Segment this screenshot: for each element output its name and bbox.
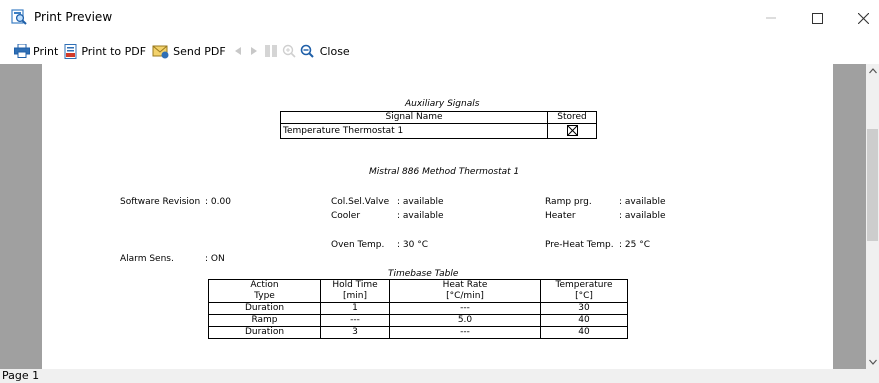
print-to-pdf-button[interactable]: Print to PDF xyxy=(64,43,147,59)
send-pdf-label: Send PDF xyxy=(173,44,226,58)
table-cell: 40 xyxy=(540,326,628,339)
aux-signals-table: Signal Name Stored Temperature Thermosta… xyxy=(279,111,597,139)
table-cell: 3 xyxy=(320,326,390,339)
table-header-cell: Signal Name xyxy=(279,111,549,124)
send-mail-icon xyxy=(152,45,169,58)
previous-page-icon[interactable] xyxy=(232,45,244,57)
print-label: Print xyxy=(33,44,59,58)
send-pdf-button[interactable]: Send PDF xyxy=(152,44,226,59)
timebase-title: Timebase Table xyxy=(388,269,459,279)
minimize-button[interactable] xyxy=(748,0,794,36)
colsel-value: : available xyxy=(397,197,444,207)
table-row: Temperature Thermostat 1 xyxy=(279,123,597,139)
software-revision-value: : 0.00 xyxy=(205,197,231,207)
ramp-label: Ramp prg. xyxy=(545,197,592,207)
table-cell: 5.0 xyxy=(389,314,541,327)
table-header-cell: Temperature [°C] xyxy=(540,279,628,303)
close-label: Close xyxy=(319,44,350,58)
table-header-cell: Heat Rate [°C/min] xyxy=(389,279,541,303)
table-cell: --- xyxy=(320,314,390,327)
oven-temp-label: Oven Temp. xyxy=(331,240,385,250)
table-header-cell: Action Type xyxy=(208,279,321,303)
next-page-icon[interactable] xyxy=(248,45,260,57)
cooler-label: Cooler xyxy=(331,211,361,221)
signal-name-cell: Temperature Thermostat 1 xyxy=(279,123,549,139)
method-title: Mistral 886 Method Thermostat 1 xyxy=(369,167,520,177)
preview-page: Auxiliary Signals Signal Name Stored Tem… xyxy=(42,64,833,369)
table-cell: 1 xyxy=(320,302,390,315)
table-cell: --- xyxy=(389,326,541,339)
window-title: Print Preview xyxy=(34,10,113,24)
table-cell: Duration xyxy=(208,326,321,339)
table-cell: Duration xyxy=(208,302,321,315)
chevron-up-icon xyxy=(868,68,877,74)
print-to-pdf-label: Print to PDF xyxy=(81,44,147,58)
multi-page-icon[interactable] xyxy=(264,44,278,58)
scrollbar-thumb[interactable] xyxy=(867,129,878,241)
table-header-cell: Stored xyxy=(547,111,597,124)
close-window-button[interactable] xyxy=(840,0,879,36)
page-indicator: Page 1 xyxy=(2,369,40,382)
table-row: Duration 3 --- 40 xyxy=(208,326,628,339)
colsel-label: Col.Sel.Valve xyxy=(331,197,390,207)
table-row: Duration 1 --- 30 xyxy=(208,302,628,315)
close-icon xyxy=(857,12,869,24)
close-preview-button[interactable]: Close xyxy=(320,45,350,58)
checked-box-icon xyxy=(566,125,578,136)
title-bar: Print Preview xyxy=(0,0,879,38)
print-button[interactable]: Print xyxy=(14,44,58,58)
stored-cell xyxy=(547,123,597,139)
heater-label: Heater xyxy=(545,211,576,221)
preheat-temp-value: : 25 °C xyxy=(619,240,650,250)
table-header-cell: Hold Time [min] xyxy=(320,279,390,303)
cooler-value: : available xyxy=(397,211,444,221)
table-cell: --- xyxy=(389,302,541,315)
pdf-document-icon xyxy=(64,43,77,59)
scroll-up-arrow[interactable] xyxy=(866,64,879,78)
toolbar: Print Print to PDF Send PDF Close xyxy=(0,38,879,64)
timebase-table: Action Type Hold Time [min] Heat Rate [°C/m… xyxy=(208,279,628,339)
table-cell: 30 xyxy=(540,302,628,315)
status-bar: Page 1 xyxy=(0,369,879,383)
table-cell: Ramp xyxy=(208,314,321,327)
alarm-sens-value: : ON xyxy=(205,254,225,264)
oven-temp-value: : 30 °C xyxy=(397,240,428,250)
maximize-button[interactable] xyxy=(794,0,840,36)
table-cell: 40 xyxy=(540,314,628,327)
heater-value: : available xyxy=(619,211,666,221)
page-navigation xyxy=(232,44,314,58)
printer-icon xyxy=(14,44,30,58)
aux-signals-title: Auxiliary Signals xyxy=(405,99,480,109)
ramp-value: : available xyxy=(619,197,666,207)
scroll-down-arrow[interactable] xyxy=(866,355,879,369)
table-header-row: Action Type Hold Time [min] Heat Rate [°C/m… xyxy=(208,279,628,303)
zoom-in-icon[interactable] xyxy=(282,44,296,58)
chevron-down-icon xyxy=(868,359,877,365)
print-preview-icon xyxy=(11,9,27,25)
table-row: Ramp --- 5.0 40 xyxy=(208,314,628,327)
zoom-out-icon[interactable] xyxy=(300,44,314,58)
table-header-row: Signal Name Stored xyxy=(279,111,597,124)
minimize-icon xyxy=(766,17,776,19)
software-revision-label: Software Revision xyxy=(120,197,201,207)
preheat-temp-label: Pre-Heat Temp. xyxy=(545,240,614,250)
maximize-icon xyxy=(811,12,823,24)
vertical-scrollbar[interactable] xyxy=(866,64,879,369)
alarm-sens-label: Alarm Sens. xyxy=(120,254,174,264)
